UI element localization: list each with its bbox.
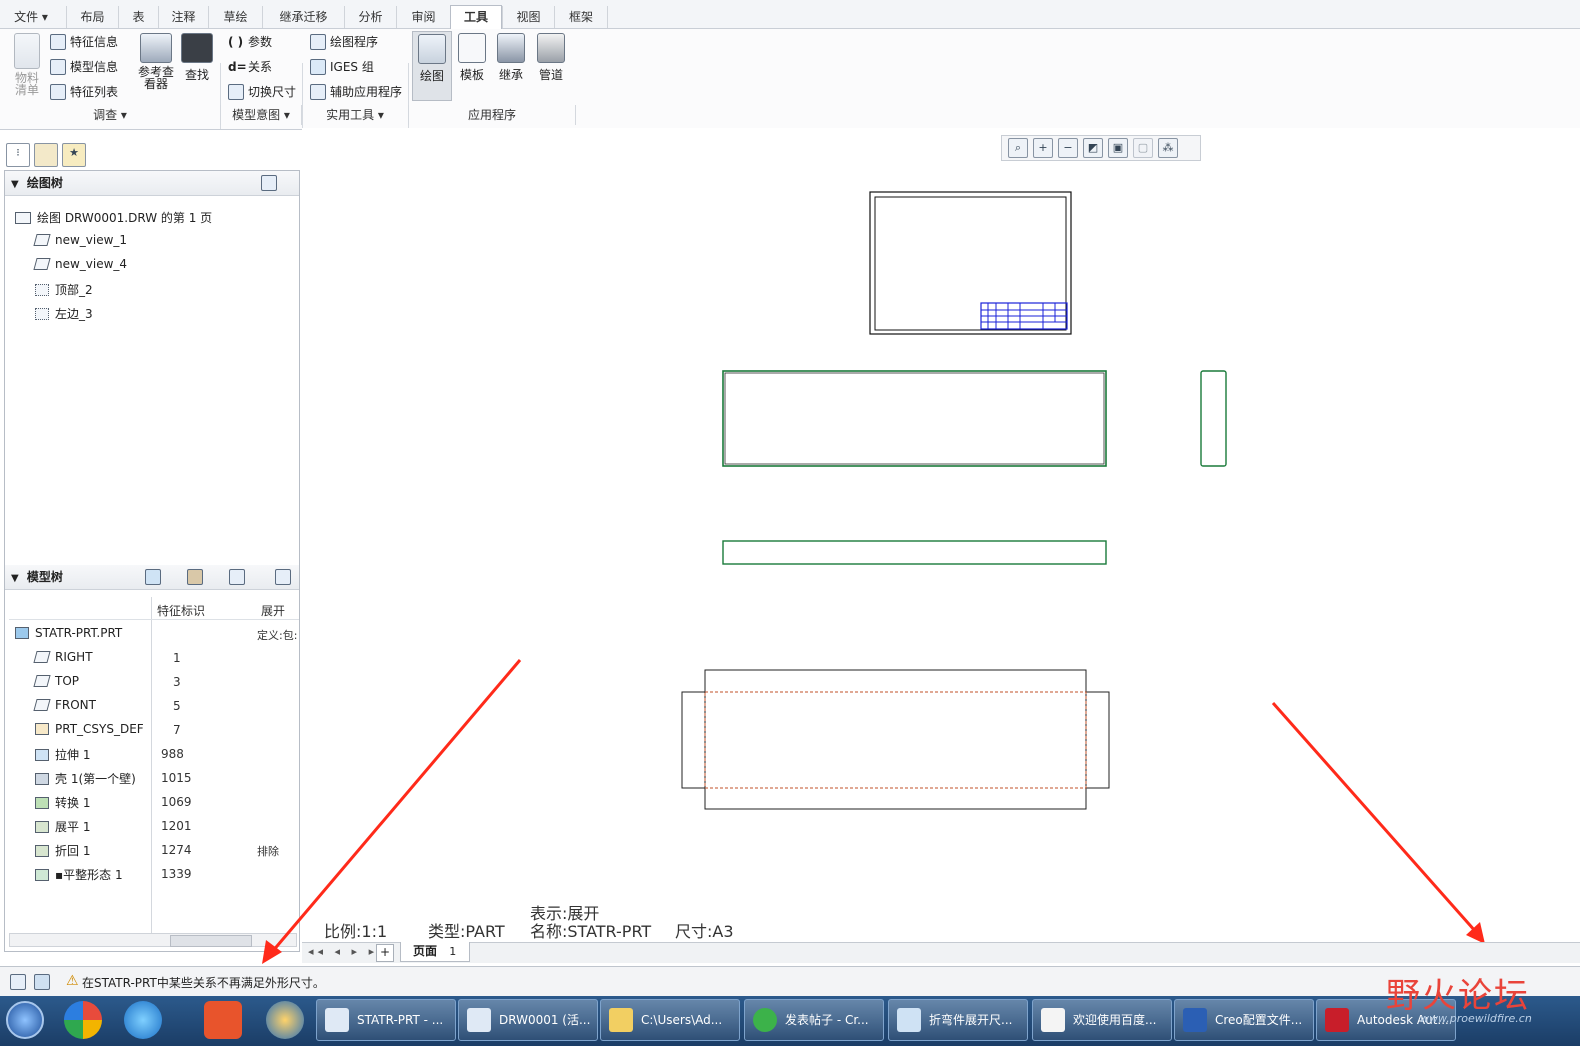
- status-bar: ⚠ 在STATR-PRT中某些关系不再满足外形尺寸。: [0, 966, 1580, 997]
- title-block: [980, 302, 1068, 330]
- type-text: 类型:PART: [428, 922, 505, 941]
- taskbar-app[interactable]: 欢迎使用百度...: [1032, 999, 1172, 1041]
- ie-browser-icon[interactable]: [124, 1001, 162, 1039]
- media-player-icon[interactable]: [204, 1001, 242, 1039]
- taskbar-app-label: DRW0001 (活...: [499, 1013, 591, 1027]
- taskbar-app[interactable]: 发表帖子 - Cr...: [744, 999, 884, 1041]
- creo-icon: [467, 1008, 491, 1032]
- start-button-icon[interactable]: [6, 1001, 44, 1039]
- taskbar-app-label: 欢迎使用百度...: [1073, 1013, 1157, 1027]
- taskbar-app[interactable]: STATR-PRT - ...: [316, 999, 456, 1041]
- page-tab-number: 1: [449, 945, 457, 958]
- autocad-icon: [1325, 1008, 1349, 1032]
- watermark-text: 野火论坛: [1386, 976, 1530, 1016]
- app-360-icon[interactable]: [64, 1001, 102, 1039]
- scale-text: 比例:1:1: [324, 922, 388, 941]
- page-tab-bar: ◂◂ ◂ ▸ ▸▸ + 页面 1: [302, 942, 1580, 963]
- taskbar-app[interactable]: 折弯件展开尺...: [888, 999, 1028, 1041]
- browser-360-icon: [753, 1008, 777, 1032]
- front-view-outline: [724, 372, 1105, 465]
- folder-icon: [609, 1008, 633, 1032]
- top-view[interactable]: [722, 540, 1107, 565]
- browser-toggle-icon[interactable]: [34, 974, 50, 990]
- taskbar: STATR-PRT - ... DRW0001 (活... C:\Users\A…: [0, 996, 1580, 1046]
- front-view[interactable]: [722, 370, 1107, 467]
- watermark-url: www.proewildfire.cn: [1420, 1012, 1532, 1025]
- document-icon: [1041, 1008, 1065, 1032]
- taskbar-app[interactable]: C:\Users\Ad...: [600, 999, 740, 1041]
- navigator-toggle-icon[interactable]: [10, 974, 26, 990]
- flat-pattern-view[interactable]: [681, 669, 1110, 810]
- taskbar-app-label: 发表帖子 - Cr...: [785, 1013, 869, 1027]
- taskbar-app-label: C:\Users\Ad...: [641, 1013, 723, 1027]
- taskbar-app-label: STATR-PRT - ...: [357, 1013, 444, 1027]
- add-page-icon[interactable]: +: [376, 944, 394, 962]
- page-tab-label: 页面: [413, 944, 438, 958]
- image-viewer-icon: [897, 1008, 921, 1032]
- sheet-border: [869, 191, 1072, 335]
- red-arrow-right: [1271, 702, 1485, 944]
- taskbar-app[interactable]: DRW0001 (活...: [458, 999, 598, 1041]
- taskbar-app-label: 折弯件展开尺...: [929, 1013, 1013, 1027]
- size-text: 尺寸:A3: [675, 922, 734, 941]
- word-icon: [1183, 1008, 1207, 1032]
- page-tab[interactable]: 页面 1: [400, 942, 470, 962]
- name-text: 名称:STATR-PRT: [530, 922, 652, 941]
- left-view[interactable]: [1200, 370, 1227, 467]
- creo-icon: [325, 1008, 349, 1032]
- drawing-graphics: [262, 191, 1485, 964]
- app-swirl-icon[interactable]: [266, 1001, 304, 1039]
- taskbar-app[interactable]: Creo配置文件...: [1174, 999, 1314, 1041]
- status-message: 在STATR-PRT中某些关系不再满足外形尺寸。: [82, 976, 325, 990]
- forum-watermark: 野火论坛: [1386, 968, 1530, 1017]
- warning-icon: ⚠: [66, 973, 79, 989]
- taskbar-app-label: Creo配置文件...: [1215, 1013, 1303, 1027]
